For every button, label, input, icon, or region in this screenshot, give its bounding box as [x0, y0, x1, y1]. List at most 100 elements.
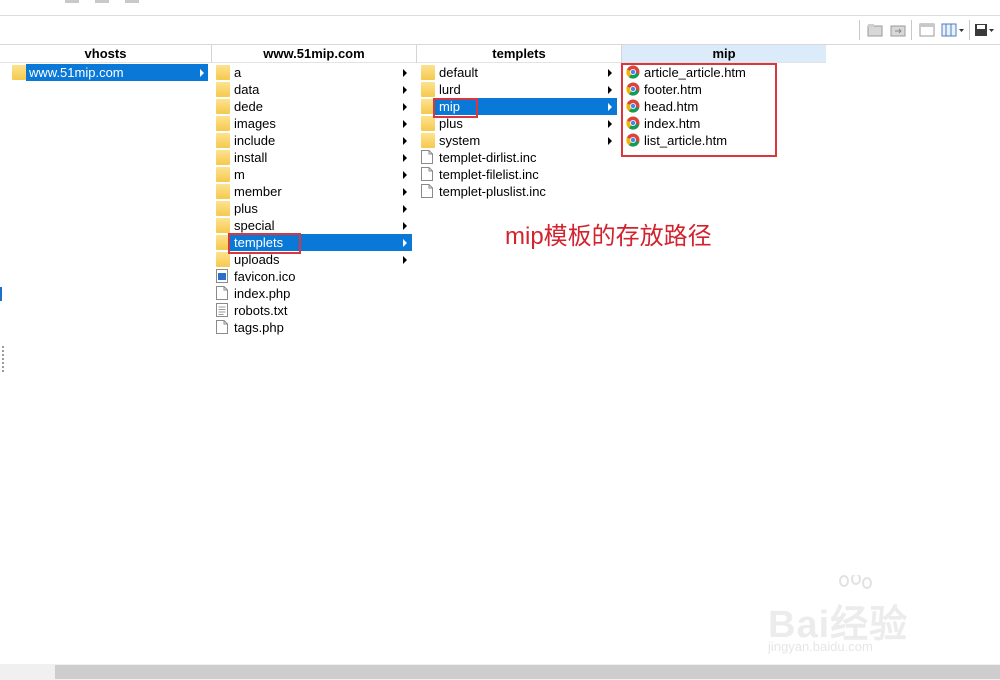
folder-icon — [12, 65, 26, 80]
new-folder-icon — [867, 24, 883, 37]
item-label: templet-filelist.inc — [439, 167, 539, 182]
expand-arrow-icon[interactable] — [403, 239, 407, 247]
folder-row[interactable]: www.51mip.com — [8, 64, 208, 81]
folder-row[interactable]: default — [419, 64, 617, 81]
expand-arrow-icon[interactable] — [608, 137, 612, 145]
scrollbar-thumb[interactable] — [55, 665, 1000, 679]
item-label: templet-dirlist.inc — [439, 150, 537, 165]
left-edge-marker — [0, 287, 2, 301]
file-row[interactable]: robots.txt — [214, 302, 412, 319]
folder-icon — [421, 133, 435, 148]
toolbar — [0, 16, 1000, 45]
expand-arrow-icon[interactable] — [403, 69, 407, 77]
item-label: images — [234, 116, 276, 131]
item-label: index.php — [234, 286, 291, 301]
highlight-box-mip-files — [621, 63, 777, 157]
item-label: favicon.ico — [234, 269, 296, 284]
splitter-grip[interactable] — [2, 346, 4, 374]
toolbar-separator — [911, 20, 912, 40]
expand-arrow-icon[interactable] — [608, 120, 612, 128]
folder-icon — [421, 65, 435, 80]
column-header-mip[interactable]: mip — [622, 45, 826, 63]
horizontal-scrollbar[interactable] — [0, 664, 1000, 680]
new-folder-button[interactable] — [866, 21, 884, 39]
folder-action-button[interactable] — [889, 21, 907, 39]
folder-row[interactable]: dede — [214, 98, 412, 115]
expand-arrow-icon[interactable] — [403, 205, 407, 213]
item-label: data — [234, 82, 260, 97]
column-header-templets[interactable]: templets — [417, 45, 621, 63]
item-label: robots.txt — [234, 303, 288, 318]
expand-arrow-icon[interactable] — [403, 120, 407, 128]
new-window-button[interactable] — [918, 21, 936, 39]
expand-arrow-icon[interactable] — [403, 103, 407, 111]
menu-glyph-icon — [95, 0, 109, 3]
folder-row[interactable]: include — [214, 132, 412, 149]
disk-icon — [975, 24, 994, 36]
expand-arrow-icon[interactable] — [608, 86, 612, 94]
item-label: a — [234, 65, 242, 80]
folder-icon — [216, 133, 230, 148]
expand-arrow-icon[interactable] — [403, 188, 407, 196]
item-label: tags.php — [234, 320, 284, 335]
highlight-box-mip — [433, 98, 478, 118]
save-menu-button[interactable] — [974, 21, 996, 39]
expand-arrow-icon[interactable] — [403, 137, 407, 145]
file-row[interactable]: templet-pluslist.inc — [419, 183, 617, 200]
file-row[interactable]: templet-filelist.inc — [419, 166, 617, 183]
column-templets: default lurd mip plus system templet-dirlist.… — [419, 64, 617, 200]
expand-arrow-icon[interactable] — [200, 69, 204, 77]
expand-arrow-icon[interactable] — [403, 154, 407, 162]
expand-arrow-icon[interactable] — [403, 222, 407, 230]
folder-row[interactable]: plus — [214, 200, 412, 217]
item-label: member — [234, 184, 282, 199]
item-label: dede — [234, 99, 263, 114]
file-row[interactable]: index.php — [214, 285, 412, 302]
view-mode-button[interactable] — [940, 21, 966, 39]
folder-icon — [216, 116, 230, 131]
folder-icon — [216, 218, 230, 233]
file-icon — [421, 184, 435, 199]
folder-row[interactable]: images — [214, 115, 412, 132]
column-header-vhosts[interactable]: vhosts — [0, 45, 211, 63]
file-row[interactable]: templet-dirlist.inc — [419, 149, 617, 166]
expand-arrow-icon[interactable] — [403, 86, 407, 94]
folder-row[interactable]: system — [419, 132, 617, 149]
item-label: plus — [234, 201, 258, 216]
folder-icon — [216, 82, 230, 97]
folder-row[interactable]: data — [214, 81, 412, 98]
folder-icon — [216, 65, 230, 80]
folder-icon — [216, 99, 230, 114]
expand-arrow-icon[interactable] — [403, 256, 407, 264]
toolbar-separator — [969, 20, 970, 40]
text-file-icon — [216, 303, 230, 318]
folder-row[interactable]: a — [214, 64, 412, 81]
item-label: lurd — [439, 82, 461, 97]
folder-icon — [216, 184, 230, 199]
column-header-www-51mip-com[interactable]: www.51mip.com — [212, 45, 416, 63]
folder-icon — [421, 116, 435, 131]
folder-row[interactable]: member — [214, 183, 412, 200]
file-icon — [216, 286, 230, 301]
expand-arrow-icon[interactable] — [608, 103, 612, 111]
folder-icon — [216, 201, 230, 216]
window-icon — [919, 23, 935, 37]
folder-row[interactable]: lurd — [419, 81, 617, 98]
watermark-url: jingyan.baidu.com — [768, 639, 873, 654]
toolbar-separator — [859, 20, 860, 40]
menu-glyph-icon — [125, 0, 139, 3]
item-label: include — [234, 133, 276, 148]
folder-row[interactable]: special — [214, 217, 412, 234]
expand-arrow-icon[interactable] — [403, 171, 407, 179]
folder-row[interactable]: install — [214, 149, 412, 166]
highlight-box-templets — [228, 233, 301, 254]
folder-row[interactable]: m — [214, 166, 412, 183]
baidu-watermark: Bai经验 jingyan.baidu.com — [768, 575, 958, 665]
column-www-51mip-com: a data dede images include install m member plus… — [214, 64, 412, 336]
item-label: www.51mip.com — [29, 65, 124, 80]
expand-arrow-icon[interactable] — [608, 69, 612, 77]
item-label: m — [234, 167, 245, 182]
file-row[interactable]: favicon.ico — [214, 268, 412, 285]
file-row[interactable]: tags.php — [214, 319, 412, 336]
item-label: special — [234, 218, 275, 233]
